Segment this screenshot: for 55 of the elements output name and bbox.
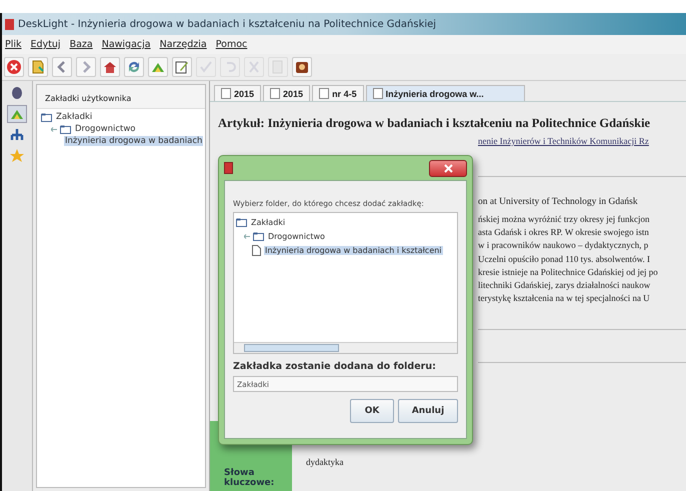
tree-item[interactable]: Inżynieria drogowa w badaniach [64, 136, 204, 146]
menu-item[interactable]: Nawigacja [102, 39, 151, 50]
dialog-button[interactable]: OK [350, 399, 394, 423]
folder-icon [60, 124, 71, 134]
close-button[interactable] [429, 160, 467, 176]
article-title: Artykuł: Inżynieria drogowa w badaniach i kształceniu na Politechnice Gdańskie [217, 115, 652, 131]
publisher-link[interactable]: nenie Inżynierów i Techników Komunikacji Rz [478, 136, 686, 146]
document-icon [252, 244, 261, 256]
tree-item[interactable]: Zakładki [250, 218, 286, 226]
window-title: DeskLight - Inżynieria drogowa w badaniach i kształceniu na Politechnice Gdańskiej [18, 18, 436, 30]
toolbar-button[interactable] [292, 57, 312, 77]
expand-handle-icon[interactable] [51, 126, 57, 132]
menu-item[interactable]: Narzędzia [160, 39, 207, 50]
bookmark-icon [30, 59, 46, 75]
menu-item[interactable]: Edytuj [30, 39, 61, 50]
toolbar-button[interactable] [52, 57, 72, 77]
folder-icon [253, 232, 264, 240]
tab[interactable]: nr 4-5 [312, 85, 364, 101]
dialog-button[interactable]: Anuluj [398, 399, 458, 423]
box-icon [294, 59, 310, 75]
panel-title: Zakładki użytkownika [37, 85, 205, 109]
app-icon [224, 162, 233, 174]
menu-item[interactable]: Pomoc [216, 39, 248, 50]
star-icon [9, 148, 25, 164]
tab[interactable]: 2015 [214, 85, 262, 101]
close-icon [444, 164, 452, 172]
toolbar-button[interactable] [100, 57, 120, 77]
tree-item[interactable]: Drogownictwo [74, 124, 137, 134]
tab[interactable]: Inżynieria drogowa w... [366, 85, 525, 101]
close-icon [6, 59, 22, 75]
horizontal-scrollbar[interactable] [234, 342, 457, 353]
edit-icon [174, 59, 190, 75]
toolbar-button[interactable] [124, 57, 144, 77]
target-folder-label: Zakładka zostanie dodana do folderu: [233, 361, 437, 372]
home-icon [102, 59, 118, 75]
check-icon [198, 59, 214, 75]
menu-item[interactable]: Plik [5, 39, 22, 50]
toolbar-button[interactable] [4, 57, 24, 77]
keywords-value: dydaktyka [305, 457, 344, 469]
toolbar-button[interactable] [28, 57, 48, 77]
folder-icon [236, 218, 247, 226]
tree-item[interactable]: Inżynieria drogowa w badaniach i kształceni [264, 246, 443, 254]
folder-icon [41, 112, 52, 122]
tree-icon [9, 127, 25, 143]
app-icon [5, 18, 14, 30]
menu-item[interactable]: Baza [70, 39, 93, 50]
tree-item[interactable]: Drogownictwo [267, 232, 326, 240]
refresh-icon [126, 59, 142, 75]
english-title: on at University of Technology in Gdańsk [478, 197, 639, 207]
abstract-text: ńskiej można wyróżnić trzy okresy jej funkcjon asta Gdańsk i okres RP. W okresie swojego istn w i pracowników naukowo – dydaktycznych, p Uczelni opuściło ponad 110 tys. absolwentów. I kresie istnieje na Politechnice Gdańskiej od jej po litechniki Gdańskiej, zarys działalności naukow terystykę kształcenia na w tej specjalności na U [478, 213, 659, 306]
toolbar-button[interactable] [172, 57, 192, 77]
expand-handle-icon[interactable] [244, 234, 250, 238]
tab[interactable]: 2015 [263, 85, 310, 101]
tree-item[interactable]: Zakładki [55, 112, 94, 122]
database-icon [9, 85, 25, 101]
